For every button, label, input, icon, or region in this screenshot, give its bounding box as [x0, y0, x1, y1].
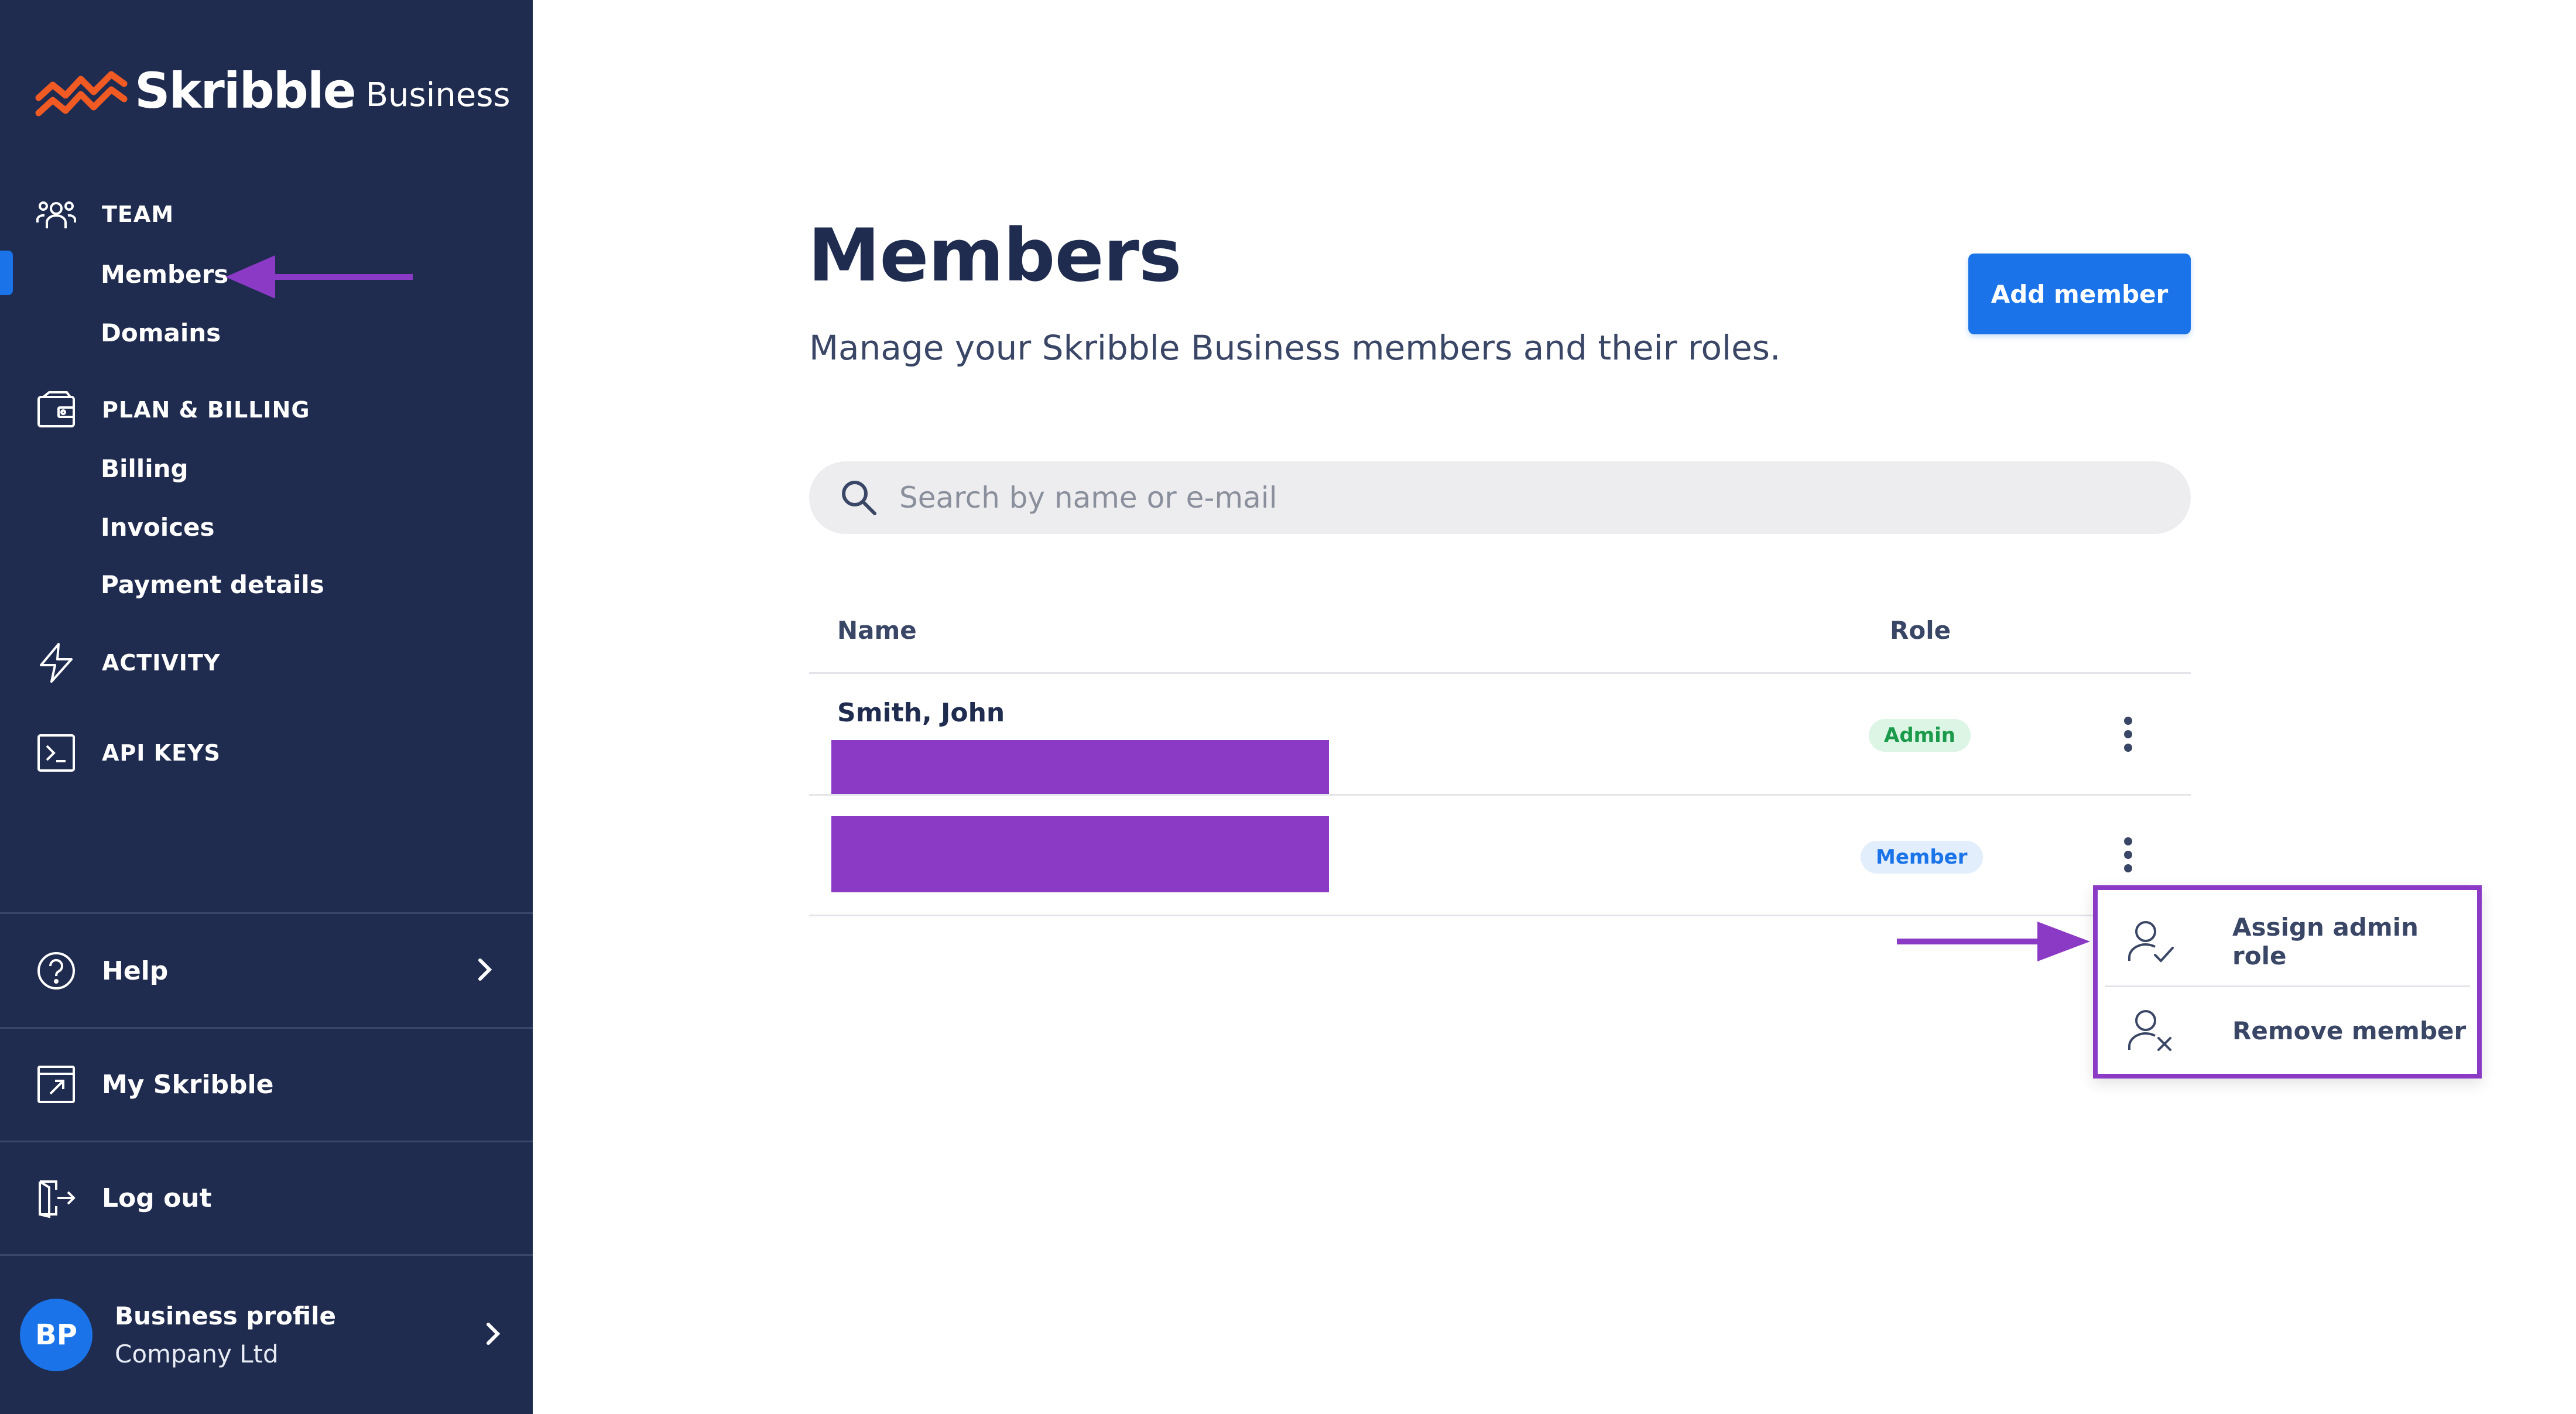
- menu-divider: [2105, 985, 2470, 987]
- add-member-button[interactable]: Add member: [1968, 254, 2191, 334]
- redacted-member-info: [831, 816, 1329, 892]
- remove-member-label: Remove member: [2232, 1016, 2467, 1045]
- profile-text: Business profile Company Ltd: [115, 1302, 480, 1368]
- main-content: Members Manage your Skribble Business me…: [533, 0, 2576, 1414]
- business-profile-switcher[interactable]: BP Business profile Company Ltd: [20, 1288, 506, 1382]
- sidebar-divider: [0, 1141, 533, 1142]
- team-icon: [35, 193, 77, 235]
- lightning-icon: [35, 642, 77, 684]
- search-input[interactable]: [898, 480, 2130, 515]
- sidebar-divider: [0, 1027, 533, 1029]
- brand-name: Skribble: [135, 62, 357, 119]
- section-api-keys[interactable]: API KEYS: [35, 732, 221, 774]
- remove-member-option[interactable]: Remove member: [2098, 990, 2477, 1071]
- row-context-menu: Assign admin role Remove member: [2093, 885, 2482, 1079]
- sidebar-divider: [0, 912, 533, 914]
- avatar: BP: [20, 1299, 93, 1371]
- sidebar-item-invoices[interactable]: Invoices: [101, 513, 215, 542]
- row-divider: [809, 794, 2191, 796]
- search-icon: [842, 481, 876, 515]
- annotation-arrow-right: [1897, 922, 2090, 961]
- terminal-icon: [35, 732, 77, 774]
- more-vertical-icon: [2124, 837, 2132, 872]
- help-menu-item[interactable]: Help: [35, 947, 498, 994]
- user-remove-icon: [2126, 1005, 2176, 1056]
- chevron-right-icon: [480, 1321, 506, 1349]
- section-plan-billing-label: PLAN & BILLING: [102, 397, 310, 423]
- section-plan-billing: PLAN & BILLING: [35, 389, 310, 431]
- help-circle-icon: [35, 950, 77, 992]
- page-title: Members: [808, 214, 1182, 298]
- section-activity-label: ACTIVITY: [102, 650, 221, 676]
- section-team: TEAM: [35, 193, 174, 235]
- column-header-name: Name: [837, 616, 917, 645]
- sidebar-item-billing[interactable]: Billing: [101, 454, 189, 483]
- row-actions-menu-button[interactable]: [2111, 711, 2146, 758]
- wallet-icon: [35, 389, 77, 431]
- sidebar-divider: [0, 1254, 533, 1256]
- section-team-label: TEAM: [102, 201, 174, 227]
- role-badge-admin: Admin: [1869, 719, 1971, 752]
- my-skribble-link[interactable]: My Skribble: [35, 1061, 498, 1108]
- table-header-divider: [809, 672, 2191, 674]
- logout-button[interactable]: Log out: [35, 1175, 498, 1221]
- member-name: Smith, John: [837, 698, 1005, 728]
- redacted-email: [831, 740, 1329, 794]
- my-skribble-label: My Skribble: [102, 1069, 274, 1100]
- logout-label: Log out: [102, 1183, 212, 1213]
- profile-name: Business profile: [115, 1302, 336, 1330]
- section-api-keys-label: API KEYS: [102, 740, 221, 766]
- sidebar-item-members[interactable]: Members: [101, 260, 228, 289]
- column-header-role: Role: [1890, 616, 1951, 645]
- active-indicator: [0, 251, 13, 295]
- section-activity[interactable]: ACTIVITY: [35, 642, 220, 684]
- help-label: Help: [102, 956, 169, 986]
- row-actions-menu-button[interactable]: [2111, 831, 2146, 878]
- row-divider: [809, 915, 2191, 916]
- sidebar-item-domains[interactable]: Domains: [101, 319, 221, 347]
- skribble-logo[interactable]: Skribble Business: [35, 61, 511, 120]
- user-check-icon: [2126, 916, 2176, 967]
- annotation-arrow-left: [225, 255, 413, 299]
- profile-company: Company Ltd: [115, 1340, 279, 1368]
- external-link-icon: [35, 1063, 77, 1105]
- skribble-logo-icon: [35, 71, 128, 117]
- page-subtitle: Manage your Skribble Business members an…: [809, 328, 1781, 368]
- chevron-right-icon: [472, 957, 498, 985]
- brand-suffix: Business: [365, 76, 511, 114]
- sidebar: Skribble Business TEAM Members Domains P…: [0, 0, 533, 1414]
- sidebar-item-payment-details[interactable]: Payment details: [101, 570, 324, 599]
- logout-icon: [35, 1177, 77, 1219]
- role-badge-member: Member: [1861, 841, 1983, 874]
- more-vertical-icon: [2124, 717, 2132, 752]
- search-bar[interactable]: [809, 461, 2191, 534]
- assign-admin-role-label: Assign admin role: [2232, 913, 2419, 970]
- assign-admin-role-option[interactable]: Assign admin role: [2098, 901, 2477, 982]
